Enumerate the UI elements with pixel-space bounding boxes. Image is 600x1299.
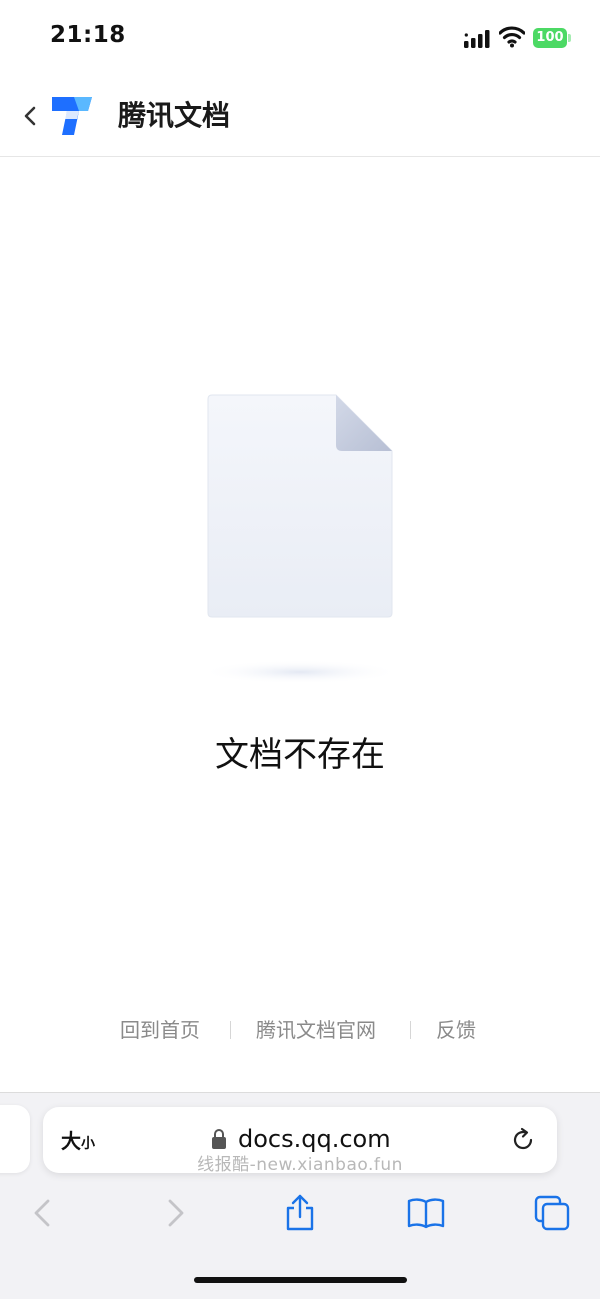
tencent-docs-logo-icon xyxy=(52,97,92,135)
blank-document-icon xyxy=(200,394,400,684)
app-title: 腾讯文档 xyxy=(118,99,231,132)
status-bar: 21:18 100 xyxy=(0,0,600,76)
text-size-big-label: 大 xyxy=(61,1129,81,1153)
empty-message: 文档不存在 xyxy=(215,735,385,775)
url-field[interactable]: docs.qq.com xyxy=(238,1121,391,1157)
official-site-link[interactable]: 腾讯文档官网 xyxy=(256,1012,376,1048)
home-indicator xyxy=(194,1277,407,1283)
footer-links: 回到首页 腾讯文档官网 反馈 xyxy=(0,1012,600,1048)
back-icon[interactable] xyxy=(24,1193,64,1233)
lock-icon xyxy=(212,1129,226,1149)
wifi-icon xyxy=(499,26,525,48)
text-size-small-label: 小 xyxy=(81,1136,95,1152)
feedback-link[interactable]: 反馈 xyxy=(436,1012,476,1048)
app-header: 腾讯文档 xyxy=(0,76,600,157)
status-time: 21:18 xyxy=(50,22,126,48)
forward-icon[interactable] xyxy=(154,1193,194,1233)
share-icon[interactable] xyxy=(280,1193,320,1233)
chevron-left-icon[interactable] xyxy=(20,102,42,130)
reload-icon[interactable] xyxy=(509,1126,537,1154)
battery-icon: 100 xyxy=(533,28,571,48)
divider xyxy=(230,1021,231,1039)
signal-icon xyxy=(464,30,490,48)
watermark-text: 线报酷-new.xianbao.fun xyxy=(197,1155,403,1175)
divider xyxy=(410,1021,411,1039)
browser-toolbar: 大小 docs.qq.com 线报酷-new.xianbao.fun xyxy=(0,1092,600,1299)
tabs-icon[interactable] xyxy=(532,1193,572,1233)
text-size-button[interactable]: 大小 xyxy=(61,1125,95,1155)
home-link[interactable]: 回到首页 xyxy=(120,1012,200,1048)
bookmarks-icon[interactable] xyxy=(406,1193,446,1233)
battery-level: 100 xyxy=(536,30,564,45)
